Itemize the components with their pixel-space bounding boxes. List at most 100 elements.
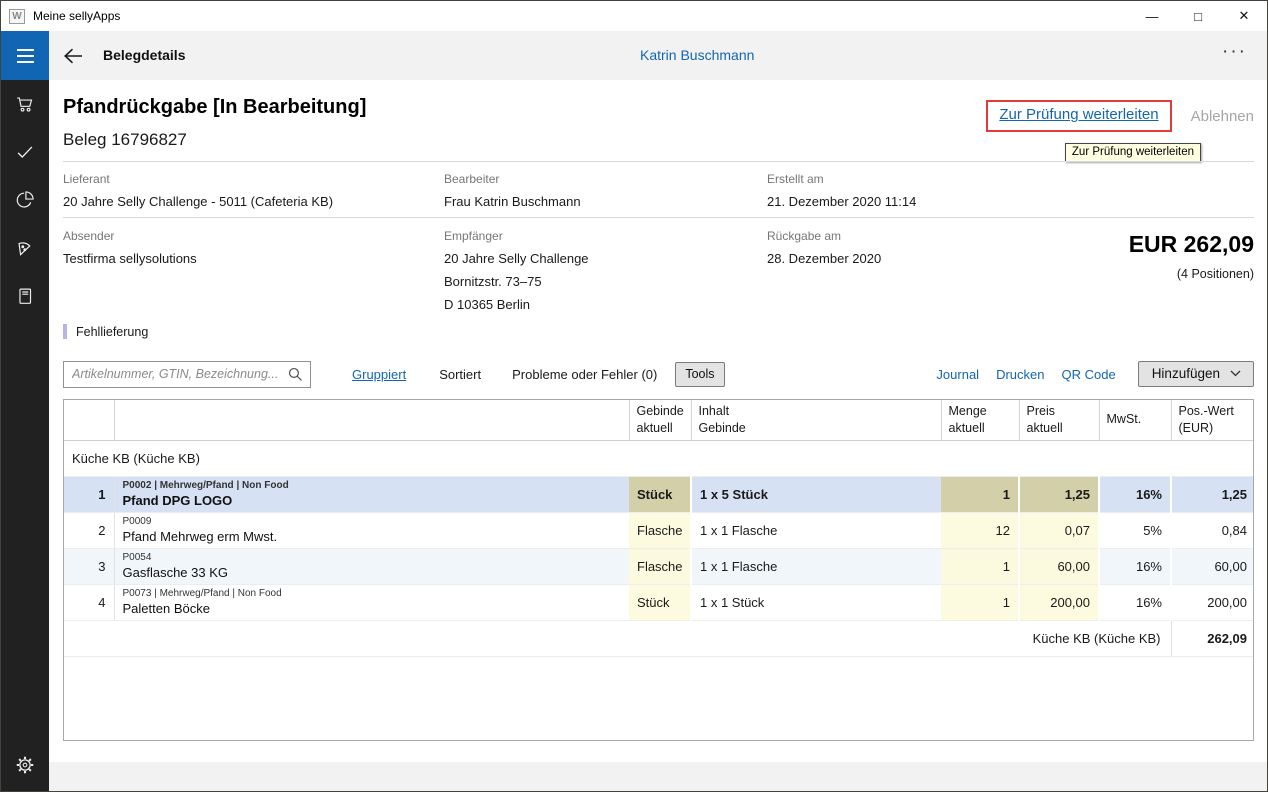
pie-chart-icon[interactable] xyxy=(1,176,49,224)
menge-cell[interactable]: 1 xyxy=(941,476,1019,512)
menge-cell[interactable]: 1 xyxy=(941,548,1019,584)
gear-icon[interactable] xyxy=(1,741,49,789)
pizza-icon[interactable] xyxy=(1,224,49,272)
menge-cell[interactable]: 1 xyxy=(941,584,1019,620)
tag-color-bar xyxy=(63,324,67,339)
field-label: Empfänger xyxy=(444,229,589,243)
empfaenger-line: Bornitzstr. 73–75 xyxy=(444,274,589,289)
qr-code-link[interactable]: QR Code xyxy=(1061,367,1115,382)
gruppiert-link[interactable]: Gruppiert xyxy=(352,367,406,382)
field-rueckgabe-am: Rückgabe am 28. Dezember 2020 xyxy=(767,229,881,266)
pos-wert-cell: 200,00 xyxy=(1171,584,1254,620)
col-header-preis[interactable]: Preis aktuell xyxy=(1019,400,1099,440)
col-header-gebinde[interactable]: Gebinde aktuell xyxy=(629,400,691,440)
forward-highlight-box: Zur Prüfung weiterleiten xyxy=(986,100,1171,132)
positions-table: Gebinde aktuell Inhalt Gebinde Menge akt… xyxy=(63,399,1254,741)
group-header-row: Küche KB (Küche KB) xyxy=(64,440,1254,476)
check-icon[interactable] xyxy=(1,128,49,176)
group-footer-row: Küche KB (Küche KB) 262,09 xyxy=(64,620,1254,656)
table-row[interactable]: 2 P0009 Pfand Mehrweg erm Mwst. Flasche … xyxy=(64,512,1254,548)
search-box xyxy=(63,361,311,388)
probleme-fehler-link[interactable]: Probleme oder Fehler (0) xyxy=(512,367,657,382)
field-empfaenger: Empfänger 20 Jahre Selly Challenge Borni… xyxy=(444,229,589,312)
preis-cell[interactable]: 200,00 xyxy=(1019,584,1099,620)
field-bearbeiter: Bearbeiter Frau Katrin Buschmann xyxy=(444,172,581,209)
total-block: EUR 262,09 (4 Positionen) xyxy=(1129,231,1254,281)
document-title: Pfandrückgabe [In Bearbeitung] xyxy=(63,96,366,119)
article-cell: P0002 | Mehrweg/Pfand | Non Food Pfand D… xyxy=(114,476,629,512)
inhalt-cell: 1 x 1 Stück xyxy=(691,584,941,620)
field-label: Erstellt am xyxy=(767,172,916,186)
fehllieferung-tag: Fehllieferung xyxy=(63,324,148,339)
hinzufuegen-label: Hinzufügen xyxy=(1152,366,1220,381)
footer-strip xyxy=(49,762,1267,791)
search-icon[interactable] xyxy=(287,366,304,388)
maximize-button[interactable]: □ xyxy=(1175,1,1221,31)
table-row[interactable]: 3 P0054 Gasflasche 33 KG Flasche 1 x 1 F… xyxy=(64,548,1254,584)
positions-count: (4 Positionen) xyxy=(1129,267,1254,281)
field-value: 20 Jahre Selly Challenge - 5011 (Cafeter… xyxy=(63,194,333,209)
article-cell: P0054 Gasflasche 33 KG xyxy=(114,548,629,584)
tools-button[interactable]: Tools xyxy=(675,362,724,387)
field-value: 21. Dezember 2020 11:14 xyxy=(767,194,916,209)
col-header-pos-wert[interactable]: Pos.-Wert (EUR) xyxy=(1171,400,1254,440)
col-header-num xyxy=(64,400,114,440)
search-input[interactable] xyxy=(63,361,311,388)
gebinde-cell[interactable]: Flasche xyxy=(629,512,691,548)
table-header-row: Gebinde aktuell Inhalt Gebinde Menge akt… xyxy=(64,400,1254,440)
app-window: W Meine sellyApps — □ ✕ Belegdetails Kat… xyxy=(0,0,1268,792)
more-options-button[interactable]: ··· xyxy=(1222,41,1247,63)
col-header-mwst[interactable]: MwSt. xyxy=(1099,400,1171,440)
sidebar xyxy=(1,80,49,791)
app-icon-letter: W xyxy=(12,11,21,22)
preis-cell[interactable]: 60,00 xyxy=(1019,548,1099,584)
article-name: Pfand DPG LOGO xyxy=(123,492,622,509)
page-title: Belegdetails xyxy=(103,47,185,63)
mwst-cell: 5% xyxy=(1099,512,1171,548)
back-button[interactable] xyxy=(61,45,85,67)
menge-cell[interactable]: 12 xyxy=(941,512,1019,548)
row-number: 4 xyxy=(64,584,114,620)
pos-wert-cell: 0,84 xyxy=(1171,512,1254,548)
preis-cell[interactable]: 0,07 xyxy=(1019,512,1099,548)
cart-icon[interactable] xyxy=(1,80,49,128)
row-number: 2 xyxy=(64,512,114,548)
field-label: Lieferant xyxy=(63,172,333,186)
empfaenger-line: 20 Jahre Selly Challenge xyxy=(444,251,589,266)
gebinde-cell[interactable]: Stück xyxy=(629,584,691,620)
table-row[interactable]: 1 P0002 | Mehrweg/Pfand | Non Food Pfand… xyxy=(64,476,1254,512)
inhalt-cell: 1 x 1 Flasche xyxy=(691,548,941,584)
gebinde-cell[interactable]: Flasche xyxy=(629,548,691,584)
field-label: Bearbeiter xyxy=(444,172,581,186)
book-icon[interactable] xyxy=(1,272,49,320)
preis-cell[interactable]: 1,25 xyxy=(1019,476,1099,512)
main-content: Pfandrückgabe [In Bearbeitung] Beleg 167… xyxy=(49,80,1267,791)
close-button[interactable]: ✕ xyxy=(1221,1,1267,31)
col-header-inhalt[interactable]: Inhalt Gebinde xyxy=(691,400,941,440)
field-absender: Absender Testfirma sellysolutions xyxy=(63,229,197,266)
journal-link[interactable]: Journal xyxy=(936,367,979,382)
drucken-link[interactable]: Drucken xyxy=(996,367,1044,382)
forward-for-review-link[interactable]: Zur Prüfung weiterleiten xyxy=(999,106,1158,123)
pos-wert-cell: 60,00 xyxy=(1171,548,1254,584)
article-code: P0002 | Mehrweg/Pfand | Non Food xyxy=(123,479,622,492)
hinzufuegen-button[interactable]: Hinzufügen xyxy=(1138,361,1254,387)
article-code: P0054 xyxy=(123,551,622,564)
reject-button[interactable]: Ablehnen xyxy=(1191,108,1254,125)
window-controls: — □ ✕ xyxy=(1129,1,1267,31)
group-footer-label: Küche KB (Küche KB) xyxy=(64,620,1171,656)
window-title: Meine sellyApps xyxy=(33,9,120,23)
sortiert-link[interactable]: Sortiert xyxy=(439,367,481,382)
table-row[interactable]: 4 P0073 | Mehrweg/Pfand | Non Food Palet… xyxy=(64,584,1254,620)
app-icon: W xyxy=(9,9,25,24)
user-link[interactable]: Katrin Buschmann xyxy=(640,47,754,63)
hamburger-menu-button[interactable] xyxy=(1,31,49,80)
gebinde-cell[interactable]: Stück xyxy=(629,476,691,512)
minimize-button[interactable]: — xyxy=(1129,1,1175,31)
col-header-menge[interactable]: Menge aktuell xyxy=(941,400,1019,440)
table-toolbar: Gruppiert Sortiert Probleme oder Fehler … xyxy=(63,360,1254,388)
toolbar-right: Journal Drucken QR Code Hinzufügen xyxy=(936,361,1254,387)
article-cell: P0073 | Mehrweg/Pfand | Non Food Palette… xyxy=(114,584,629,620)
article-cell: P0009 Pfand Mehrweg erm Mwst. xyxy=(114,512,629,548)
mwst-cell: 16% xyxy=(1099,476,1171,512)
